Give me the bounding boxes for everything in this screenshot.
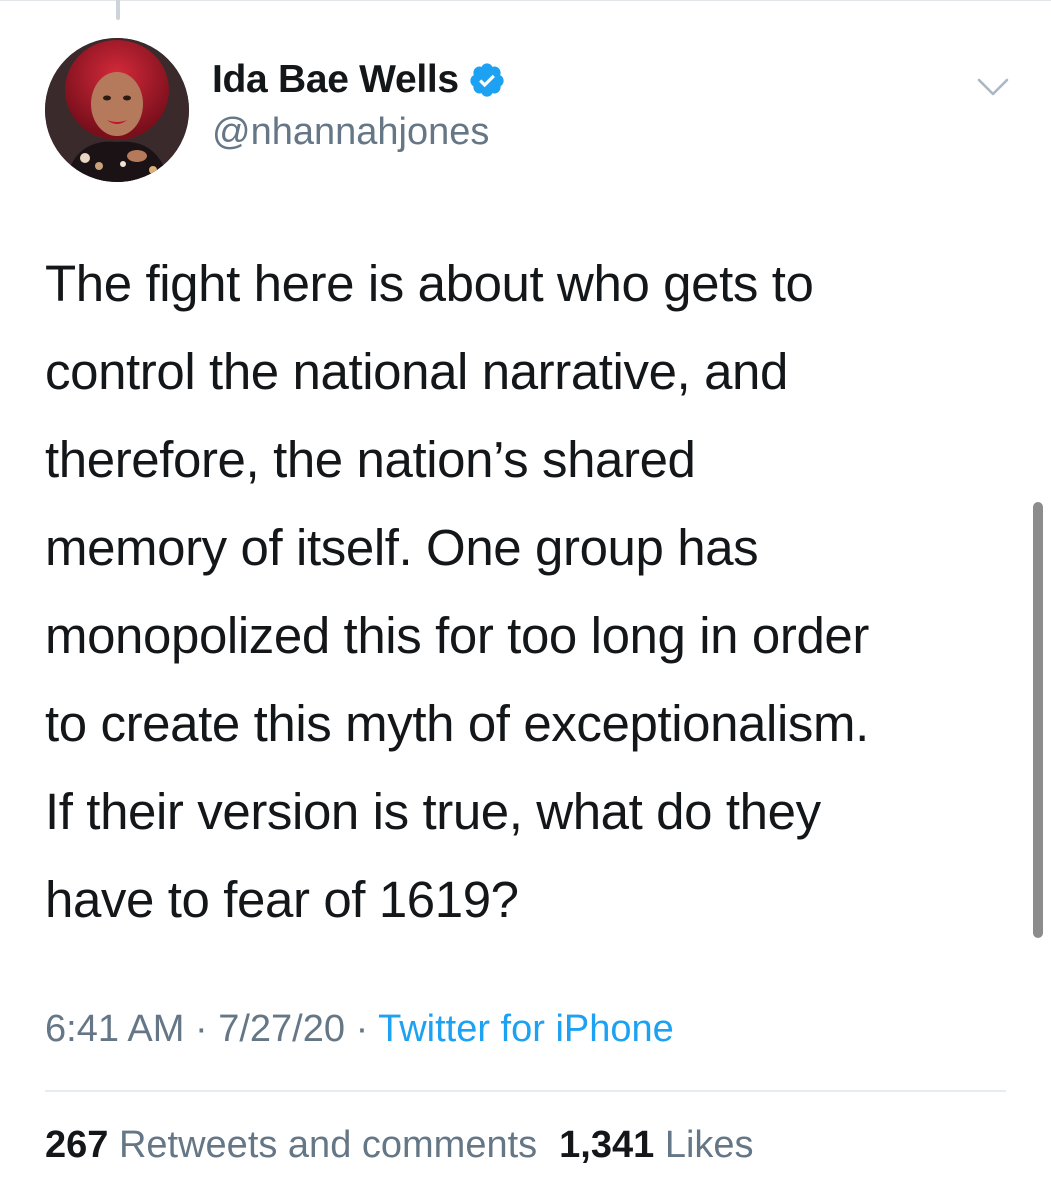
verified-badge-icon bbox=[468, 61, 506, 99]
chevron-down-icon[interactable] bbox=[973, 67, 1013, 107]
scrollbar[interactable] bbox=[1033, 502, 1043, 938]
likes-count: 1,341 bbox=[559, 1124, 655, 1166]
tweet-text-line: monopolized this for too long in order bbox=[45, 607, 869, 664]
top-divider bbox=[0, 0, 1051, 1]
author-display-name[interactable]: Ida Bae Wells bbox=[212, 58, 506, 102]
likes-stat[interactable]: 1,341 Likes bbox=[559, 1124, 753, 1166]
author-handle[interactable]: @nhannahjones bbox=[212, 111, 489, 154]
meta-separator: · bbox=[194, 1008, 208, 1050]
divider bbox=[45, 1090, 1006, 1092]
tweet-date: 7/27/20 bbox=[218, 1008, 345, 1050]
tweet-text-line: If their version is true, what do they bbox=[45, 783, 821, 840]
avatar-image bbox=[45, 38, 189, 182]
retweets-label: Retweets and comments bbox=[118, 1124, 538, 1166]
retweets-count: 267 bbox=[45, 1124, 109, 1166]
thread-connector-line bbox=[116, 0, 120, 20]
tweet-text-line: therefore, the nation’s shared bbox=[45, 431, 696, 488]
tweet-text-line: to create this myth of exceptionalism. bbox=[45, 695, 869, 752]
retweets-stat[interactable]: 267 Retweets and comments bbox=[45, 1124, 537, 1166]
tweet-time: 6:41 AM bbox=[45, 1008, 185, 1050]
tweet-text-line: have to fear of 1619? bbox=[45, 871, 519, 928]
tweet-detail-view: Ida Bae Wells @nhannahjones The fight he… bbox=[0, 0, 1051, 1200]
likes-label: Likes bbox=[664, 1124, 754, 1166]
tweet-stats: 267 Retweets and comments 1,341 Likes bbox=[45, 1124, 754, 1167]
tweet-source-link[interactable]: Twitter for iPhone bbox=[378, 1008, 674, 1050]
avatar[interactable] bbox=[45, 38, 189, 182]
meta-separator: · bbox=[355, 1008, 369, 1050]
tweet-text-line: The fight here is about who gets to bbox=[45, 255, 814, 312]
tweet-text: The fight here is about who gets to cont… bbox=[45, 240, 1020, 944]
tweet-metadata: 6:41 AM · 7/27/20 · Twitter for iPhone bbox=[45, 1008, 674, 1051]
display-name-text: Ida Bae Wells bbox=[212, 58, 459, 101]
tweet-text-line: control the national narrative, and bbox=[45, 343, 788, 400]
tweet-text-line: memory of itself. One group has bbox=[45, 519, 759, 576]
